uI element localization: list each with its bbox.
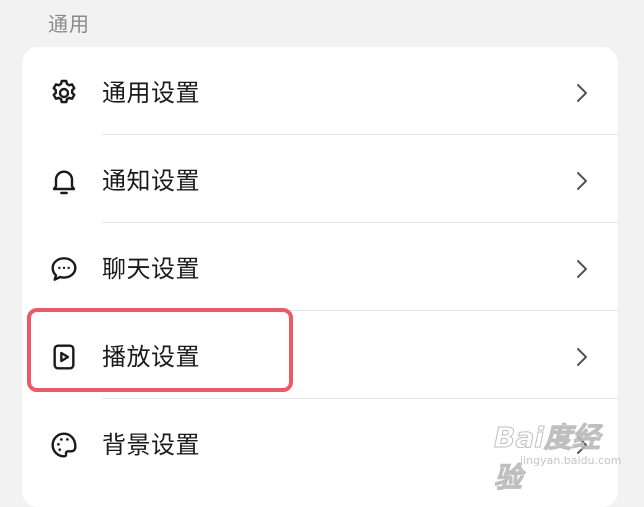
- settings-item-background[interactable]: 背景设置: [22, 399, 618, 487]
- settings-item-label: 播放设置: [102, 343, 200, 371]
- settings-item-chat[interactable]: 聊天设置: [22, 223, 618, 311]
- chevron-right-icon: [577, 260, 587, 278]
- gear-icon: [46, 75, 82, 111]
- settings-item-general[interactable]: 通用设置: [22, 47, 618, 135]
- chevron-right-icon: [577, 84, 587, 102]
- palette-icon: [46, 427, 82, 463]
- bell-icon: [46, 163, 82, 199]
- play-icon: [46, 339, 82, 375]
- settings-item-label: 背景设置: [102, 431, 200, 459]
- settings-item-notification[interactable]: 通知设置: [22, 135, 618, 223]
- settings-card: 通用设置 通知设置 聊天设置 播放设置 背景设置: [22, 47, 618, 507]
- settings-item-playback[interactable]: 播放设置: [22, 311, 618, 399]
- chat-bubble-icon: [46, 251, 82, 287]
- settings-item-label: 通用设置: [102, 79, 200, 107]
- section-title: 通用: [48, 12, 90, 36]
- settings-item-label: 聊天设置: [102, 255, 200, 283]
- settings-item-label: 通知设置: [102, 167, 200, 195]
- chevron-right-icon: [577, 348, 587, 366]
- chevron-right-icon: [577, 172, 587, 190]
- chevron-right-icon: [577, 436, 587, 454]
